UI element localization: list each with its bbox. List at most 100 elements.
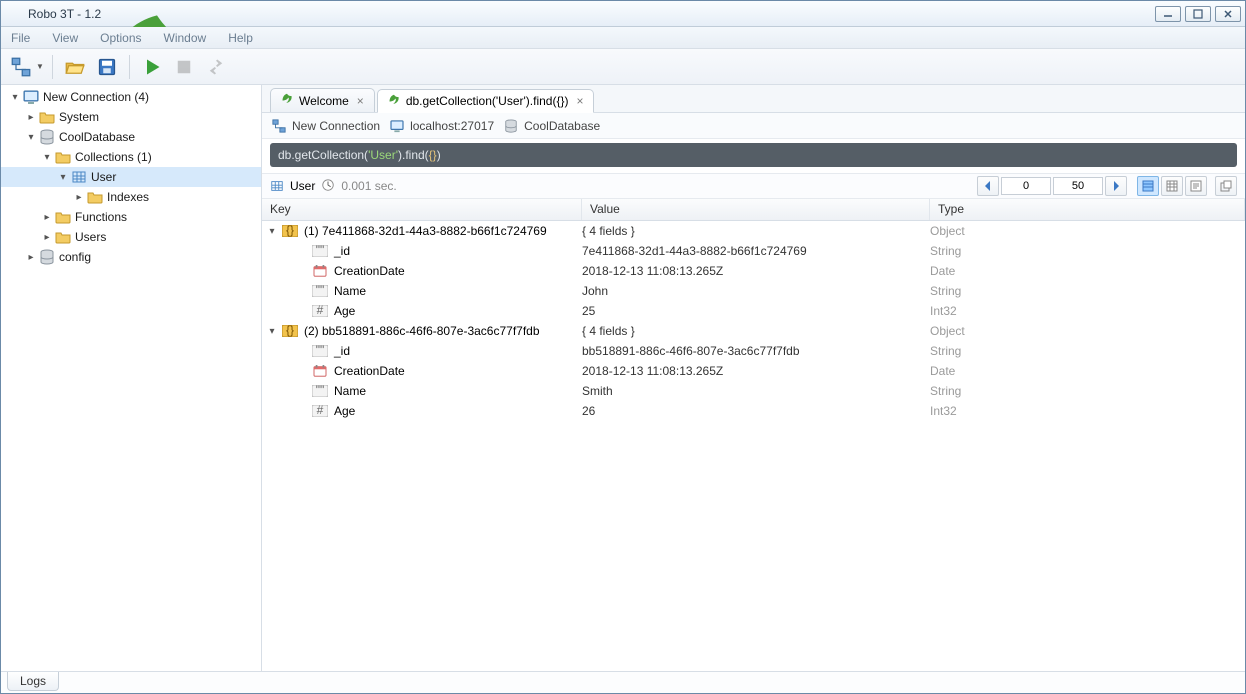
toolbar: ▼ bbox=[1, 49, 1245, 85]
toolbar-separator bbox=[52, 55, 53, 79]
cell-key: _id bbox=[334, 344, 350, 358]
cell-type: String bbox=[930, 244, 1245, 258]
result-time: 0.001 sec. bbox=[341, 179, 396, 193]
cell-key: Name bbox=[334, 384, 366, 398]
close-icon[interactable]: × bbox=[574, 94, 585, 108]
cell-key: Age bbox=[334, 404, 355, 418]
column-header-value[interactable]: Value bbox=[582, 199, 930, 220]
cell-value: 25 bbox=[582, 304, 930, 318]
cell-key: (2) bb518891-886c-46f6-807e-3ac6c77f7fdb bbox=[304, 324, 540, 338]
maximize-button[interactable] bbox=[1185, 6, 1211, 22]
cell-type: String bbox=[930, 284, 1245, 298]
menu-options[interactable]: Options bbox=[96, 29, 145, 47]
tree-db[interactable]: ▾ CoolDatabase bbox=[1, 127, 261, 147]
cell-value: { 4 fields } bbox=[582, 224, 930, 238]
grid-icon bbox=[71, 169, 87, 185]
cell-type: Int32 bbox=[930, 304, 1245, 318]
tab-label: Welcome bbox=[299, 94, 349, 108]
menu-file[interactable]: File bbox=[7, 29, 34, 47]
limit-input[interactable] bbox=[1053, 177, 1103, 195]
expand-caret[interactable]: ▾ bbox=[266, 326, 278, 337]
column-header-key[interactable]: Key bbox=[262, 199, 582, 220]
database-icon bbox=[504, 119, 518, 133]
result-row[interactable]: ▾ (1) 7e411868-32d1-44a3-8882-b66f1c72476… bbox=[262, 221, 1245, 241]
table-view-button[interactable] bbox=[1161, 176, 1183, 196]
clock-icon bbox=[321, 178, 335, 195]
str-icon bbox=[312, 283, 328, 299]
result-row[interactable]: Age 26Int32 bbox=[262, 401, 1245, 421]
database-icon bbox=[39, 249, 55, 265]
connect-button[interactable] bbox=[7, 53, 35, 81]
obj-icon bbox=[282, 223, 298, 239]
column-header-type[interactable]: Type bbox=[930, 199, 1245, 220]
skip-input[interactable] bbox=[1001, 177, 1051, 195]
menu-window[interactable]: Window bbox=[160, 29, 211, 47]
result-row[interactable]: _id7e411868-32d1-44a3-8882-b66f1c724769S… bbox=[262, 241, 1245, 261]
result-toolbar: User 0.001 sec. bbox=[262, 173, 1245, 199]
str-icon bbox=[312, 383, 328, 399]
logs-tab[interactable]: Logs bbox=[7, 672, 59, 691]
breadcrumb: New Connection localhost:27017 CoolDatab… bbox=[262, 113, 1245, 139]
tab-query[interactable]: db.getCollection('User').find({}) × bbox=[377, 89, 595, 113]
monitor-icon bbox=[390, 119, 404, 133]
close-button[interactable] bbox=[1215, 6, 1241, 22]
bottom-bar: Logs bbox=[1, 671, 1245, 693]
result-row[interactable]: CreationDate2018-12-13 11:08:13.265ZDate bbox=[262, 361, 1245, 381]
result-row[interactable]: _idbb518891-886c-46f6-807e-3ac6c77f7fdbS… bbox=[262, 341, 1245, 361]
open-button[interactable] bbox=[61, 53, 89, 81]
folder-icon bbox=[55, 229, 71, 245]
breadcrumb-host[interactable]: localhost:27017 bbox=[390, 119, 494, 133]
obj-icon bbox=[282, 323, 298, 339]
cell-key: Name bbox=[334, 284, 366, 298]
cell-type: String bbox=[930, 344, 1245, 358]
breadcrumb-connection[interactable]: New Connection bbox=[272, 119, 380, 133]
cell-type: Int32 bbox=[930, 404, 1245, 418]
leaf-icon bbox=[388, 94, 400, 109]
query-editor[interactable]: db.getCollection('User').find({}) bbox=[270, 143, 1237, 167]
close-icon[interactable]: × bbox=[355, 94, 366, 108]
save-button[interactable] bbox=[93, 53, 121, 81]
execute-button[interactable] bbox=[138, 53, 166, 81]
result-grid-header: Key Value Type bbox=[262, 199, 1245, 221]
tab-welcome[interactable]: Welcome × bbox=[270, 88, 375, 112]
result-row[interactable]: NameJohnString bbox=[262, 281, 1245, 301]
cell-type: Object bbox=[930, 324, 1245, 338]
menu-help[interactable]: Help bbox=[224, 29, 257, 47]
int-icon bbox=[312, 403, 328, 419]
chevron-down-icon[interactable]: ▼ bbox=[36, 62, 44, 71]
cell-type: Date bbox=[930, 264, 1245, 278]
result-row[interactable]: NameSmithString bbox=[262, 381, 1245, 401]
grid-icon bbox=[270, 179, 284, 193]
int-icon bbox=[312, 303, 328, 319]
cell-value: 2018-12-13 11:08:13.265Z bbox=[582, 264, 930, 278]
tree-view-button[interactable] bbox=[1137, 176, 1159, 196]
swap-button[interactable] bbox=[202, 53, 230, 81]
tree-config[interactable]: ▸ config bbox=[1, 247, 261, 267]
cell-value: 26 bbox=[582, 404, 930, 418]
breadcrumb-db[interactable]: CoolDatabase bbox=[504, 119, 600, 133]
menubar: File View Options Window Help bbox=[1, 27, 1245, 49]
toolbar-separator bbox=[129, 55, 130, 79]
result-row[interactable]: CreationDate 2018-12-13 11:08:13.265ZDate bbox=[262, 261, 1245, 281]
minimize-button[interactable] bbox=[1155, 6, 1181, 22]
connection-tree: ▾ New Connection (4) ▸ System ▾ CoolData… bbox=[1, 85, 262, 671]
cell-key: Age bbox=[334, 304, 355, 318]
prev-page-button[interactable] bbox=[977, 176, 999, 196]
result-row[interactable]: ▾ (2) bb518891-886c-46f6-807e-3ac6c77f7fd… bbox=[262, 321, 1245, 341]
cell-type: Object bbox=[930, 224, 1245, 238]
result-grid: ▾ (1) 7e411868-32d1-44a3-8882-b66f1c72476… bbox=[262, 221, 1245, 671]
cell-key: CreationDate bbox=[334, 264, 405, 278]
cell-key: (1) 7e411868-32d1-44a3-8882-b66f1c724769 bbox=[304, 224, 547, 238]
result-row[interactable]: Age 25Int32 bbox=[262, 301, 1245, 321]
expand-caret[interactable]: ▾ bbox=[266, 226, 278, 237]
str-icon bbox=[312, 343, 328, 359]
popout-button[interactable] bbox=[1215, 176, 1237, 196]
cell-value: 2018-12-13 11:08:13.265Z bbox=[582, 364, 930, 378]
cell-key: CreationDate bbox=[334, 364, 405, 378]
next-page-button[interactable] bbox=[1105, 176, 1127, 196]
cell-value: { 4 fields } bbox=[582, 324, 930, 338]
text-view-button[interactable] bbox=[1185, 176, 1207, 196]
app-window: Robo 3T - 1.2 File View Options Window H… bbox=[0, 0, 1246, 694]
menu-view[interactable]: View bbox=[48, 29, 82, 47]
stop-button[interactable] bbox=[170, 53, 198, 81]
